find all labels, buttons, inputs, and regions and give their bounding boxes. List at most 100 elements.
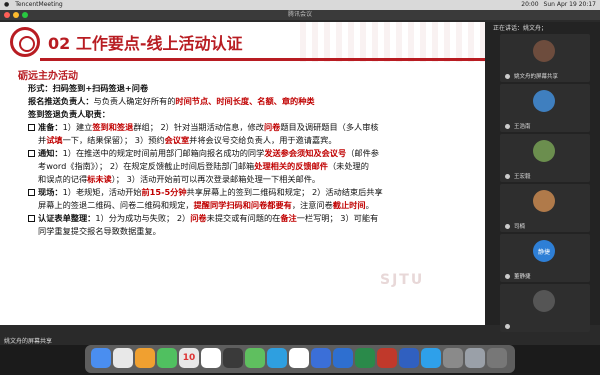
participant-tile[interactable]: 王宏毅 — [500, 134, 590, 182]
participant-tile[interactable]: 姚文舟的屏幕共享 — [500, 34, 590, 82]
mic-icon — [505, 74, 510, 79]
slide-text: 一下，结果保留）； 3）预约 — [62, 135, 165, 145]
participant-tile[interactable] — [500, 284, 590, 332]
slide-line: 认证表单整理：1）分为成功与失败； 2）问卷未提交或有问题的在备注一栏写明； 3… — [28, 212, 476, 225]
dock-app-icon[interactable] — [157, 348, 177, 368]
slide-text: 题目及调研题目（多人审核 — [280, 122, 379, 132]
slide-text: 考word《指南》）； 2）在规定反馈截止时间后登陆部门邮箱 — [38, 161, 255, 171]
app-name-menu[interactable]: TencentMeeting — [15, 0, 62, 10]
slide-text: 1）在推送中的规定时间前用部门邮箱向报名成功的同学 — [62, 148, 265, 158]
slide-line: 现场：1）老规矩，活动开始前15-5分钟共享屏幕上的签到二维码和规定； 2）活动… — [28, 186, 476, 199]
window-titlebar: 腾讯会议 — [0, 10, 600, 20]
window-title: 腾讯会议 — [287, 11, 312, 18]
dock-app-icon[interactable] — [311, 348, 331, 368]
slide-line: 同学重复提交报名导致数据重复。 — [28, 225, 476, 238]
calendar-icon[interactable]: 10 — [179, 348, 199, 368]
mic-icon — [505, 174, 510, 179]
slide-text: 形式：扫码签到+扫码签退+问卷 — [28, 83, 149, 93]
dock-app-icon[interactable] — [201, 348, 221, 368]
participant-name: 王宏毅 — [514, 174, 531, 180]
dock: 10 — [85, 345, 515, 373]
participant-name: 王浩南 — [514, 124, 531, 130]
slide-line: 报名推送负责人：与负责人确定好所有的时间节点、时间长度、名额、章的种类 — [28, 95, 476, 108]
menubar-clock[interactable]: Sun Apr 19 20:17 — [544, 0, 596, 10]
slide-text: 群组； 2）针对当期活动信息，修改 — [133, 122, 264, 132]
slide-text: 提醒同学扫码和问卷都要有 — [193, 200, 292, 210]
dock-app-icon[interactable] — [135, 348, 155, 368]
slide-text: 并 — [38, 135, 47, 145]
slide-text: 前15-5分钟 — [141, 187, 187, 197]
participant-avatar — [533, 290, 555, 312]
participant-avatar — [533, 40, 555, 62]
dock-app-icon[interactable] — [289, 348, 309, 368]
bottom-bar: 姚文舟的屏幕共享 — [0, 335, 600, 345]
checkbox-bullet-icon — [28, 150, 35, 157]
checkbox-bullet-icon — [28, 189, 35, 196]
slide-body: 形式：扫码签到+扫码签退+问卷报名推送负责人：与负责人确定好所有的时间节点、时间… — [28, 82, 476, 238]
dock-app-icon[interactable] — [487, 348, 507, 368]
slide-text: 备注 — [280, 213, 297, 223]
slide-text: （未处理的 — [327, 161, 369, 171]
dock-app-icon[interactable] — [267, 348, 287, 368]
slide-text: 并将会议号交给负责人，用于邀请嘉宾。 — [189, 135, 337, 145]
slide-text: 1）建立 — [62, 122, 93, 132]
dock-app-icon[interactable] — [377, 348, 397, 368]
slide-title: 02 工作要点-线上活动认证 — [48, 34, 243, 53]
slide-line: 屏幕上的签退二维码、问卷二维码和规定，提醒同学扫码和问卷都要有，注意问卷截止时间… — [28, 199, 476, 212]
shared-slide: 02 工作要点-线上活动认证 砺远主办活动 形式：扫码签到+扫码签退+问卷 报名推… — [0, 22, 485, 325]
mic-icon — [505, 224, 510, 229]
slide-text: 准备： — [38, 122, 63, 132]
slide-line: 签到签退负责人职责： — [28, 108, 476, 121]
slide-text: 试填 — [46, 135, 63, 145]
slide-text: 截止时间 — [332, 200, 366, 210]
dock-app-icon[interactable] — [399, 348, 419, 368]
slide-text: ，注意问卷 — [291, 200, 333, 210]
sjtu-watermark: SJTU — [380, 272, 425, 288]
dock-app-icon[interactable] — [355, 348, 375, 368]
mic-icon — [505, 324, 510, 329]
slide-text: 标未读 — [87, 174, 112, 184]
slide-text: 认证表单整理： — [38, 213, 96, 223]
menu-bar: ● TencentMeeting 20:00 Sun Apr 19 20:17 — [0, 0, 600, 10]
slide-line: 和误点的记得标未读）； 3）活动开始前可以再次登录邮箱处理一下相关邮件。 — [28, 173, 476, 186]
slide-line: 准备：1）建立签到和签退群组； 2）针对当期活动信息，修改问卷题目及调研题目（多… — [28, 121, 476, 134]
participant-tile[interactable]: 王浩南 — [500, 84, 590, 132]
participant-tile[interactable]: 静捷 董静捷 — [500, 234, 590, 282]
apple-menu-icon[interactable]: ● — [4, 0, 9, 10]
slide-text: 共享屏幕上的签到二维码和规定； 2）活动结束后共享 — [186, 187, 383, 197]
dock-app-icon[interactable] — [465, 348, 485, 368]
dock-app-icon[interactable] — [245, 348, 265, 368]
slide-text: 屏幕上的签退二维码、问卷二维码和规定， — [38, 200, 194, 210]
participant-name: 司楠 — [514, 224, 526, 230]
slide-text: ）； 3）活动开始前可以再次登录邮箱处理一下相关邮件。 — [111, 174, 321, 184]
dock-app-icon[interactable] — [113, 348, 133, 368]
slide-text: 问卷 — [190, 213, 207, 223]
screen-share-label: 姚文舟的屏幕共享 — [4, 338, 53, 345]
participant-name: 姚文舟的屏幕共享 — [514, 74, 559, 80]
status-clock-small: 20:00 — [521, 1, 539, 8]
slide-line: 通知：1）在推送中的规定时间前用部门邮箱向报名成功的同学发送参会须知及会议号（邮… — [28, 147, 476, 160]
header-divider — [40, 58, 485, 61]
participant-avatar — [533, 140, 555, 162]
slide-text: 同学重复提交报名导致数据重复。 — [38, 226, 161, 236]
slide-text: 和误点的记得 — [38, 174, 88, 184]
dock-app-icon[interactable] — [223, 348, 243, 368]
slide-text: 问卷 — [263, 122, 281, 132]
participant-tile[interactable]: 司楠 — [500, 184, 590, 232]
slide-text: 与负责人确定好所有的 — [93, 96, 176, 106]
dock-app-icon[interactable] — [333, 348, 353, 368]
speaking-indicator: 正在讲话：姚文舟； — [493, 25, 548, 32]
dock-app-icon[interactable] — [421, 348, 441, 368]
header-pattern — [300, 22, 485, 62]
slide-text: （邮件参 — [346, 148, 379, 158]
slide-text: 通知： — [38, 148, 63, 158]
slide-text: 处理相关的反馈邮件 — [254, 161, 328, 171]
mic-icon — [505, 274, 510, 279]
slide-text: 未提交或有问题的在 — [206, 213, 281, 223]
participant-avatar: 静捷 — [533, 240, 555, 262]
dock-app-icon[interactable] — [443, 348, 463, 368]
dock-app-icon[interactable] — [91, 348, 111, 368]
mic-icon — [505, 124, 510, 129]
participant-avatar — [533, 190, 555, 212]
slide-text: 时间节点、时间长度、名额、章的种类 — [175, 96, 315, 106]
